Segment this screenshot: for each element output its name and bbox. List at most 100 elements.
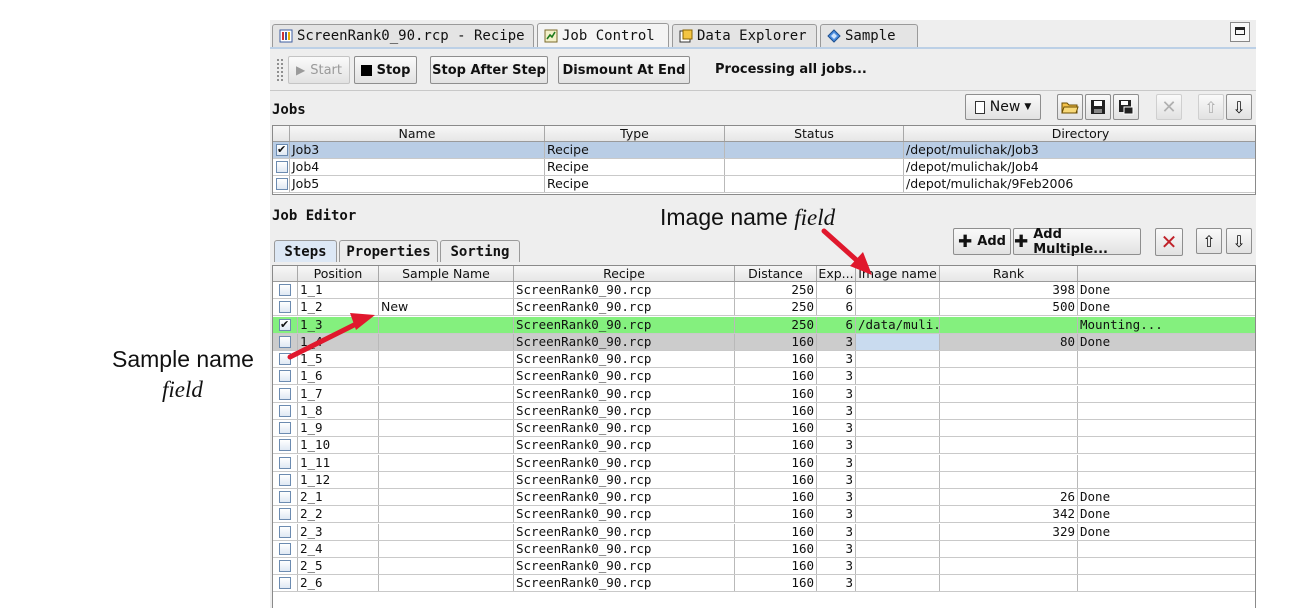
step-image-cell[interactable] [856,333,940,350]
step-image-cell[interactable] [856,540,940,557]
move-step-down-button[interactable]: ⇩ [1226,228,1252,254]
step-sample-cell[interactable] [379,454,514,471]
step-sample-cell[interactable] [379,506,514,523]
step-row[interactable]: 2_2 ScreenRank0_90.rcp 160 3 342 Done [273,506,1255,524]
column-header-type[interactable]: Type [545,126,725,141]
step-checkbox[interactable] [279,301,291,314]
toolbar-grip[interactable] [276,58,284,82]
column-header-position[interactable]: Position [298,266,379,281]
column-header-status[interactable]: Status [725,126,904,141]
job-row[interactable]: Job5 Recipe/depot/mulichak/9Feb2006 [273,176,1255,193]
step-sample-cell[interactable] [379,575,514,592]
step-checkbox[interactable] [279,284,291,296]
step-image-cell[interactable] [856,506,940,523]
step-sample-cell[interactable] [379,385,514,402]
step-image-cell[interactable] [856,575,940,592]
step-sample-cell[interactable] [379,540,514,557]
step-row[interactable]: 2_3 ScreenRank0_90.rcp 160 3 329 Done [273,523,1255,541]
step-checkbox[interactable] [279,404,291,417]
step-row[interactable]: 1_9 ScreenRank0_90.rcp 160 3 [273,420,1255,437]
column-header-sample-name[interactable]: Sample Name [379,266,514,281]
stop-after-step-button[interactable]: Stop After Step [430,56,548,84]
step-row[interactable]: 2_4 ScreenRank0_90.rcp 160 3 [273,540,1255,558]
step-checkbox[interactable] [279,353,291,365]
step-row[interactable]: 1_3 ScreenRank0_90.rcp2506/data/muli... Mo… [273,316,1255,334]
step-image-cell[interactable] [856,489,940,505]
open-job-button[interactable] [1057,94,1083,120]
new-job-button[interactable]: New ▼ [965,94,1041,120]
step-sample-cell[interactable] [379,437,514,454]
step-sample-cell[interactable] [379,420,514,436]
move-job-up-button[interactable]: ⇧ [1198,94,1224,120]
move-job-down-button[interactable]: ⇩ [1226,94,1252,120]
job-row[interactable]: Job3Recipe/depot/mulichak/Job3 [273,142,1255,159]
step-sample-cell[interactable] [379,471,514,488]
step-checkbox[interactable] [279,491,291,503]
step-sample-cell[interactable] [379,351,514,367]
tab-steps[interactable]: Steps [274,240,337,262]
step-image-cell[interactable] [856,282,940,298]
step-row[interactable]: 2_5 ScreenRank0_90.rcp 160 3 [273,558,1255,575]
column-header-rank[interactable]: Rank [940,266,1078,281]
add-step-button[interactable]: ✚ Add [953,228,1011,255]
step-row[interactable]: 2_1 ScreenRank0_90.rcp 160 3 26 Done [273,489,1255,506]
tab-recipe[interactable]: ScreenRank0_90.rcp - Recipe [272,24,534,47]
step-image-cell[interactable] [856,420,940,436]
delete-step-button[interactable]: ✕ [1155,228,1183,256]
step-checkbox[interactable] [279,335,291,348]
start-button[interactable]: ▶ Start [288,56,350,84]
step-sample-cell[interactable] [379,368,514,385]
step-image-cell[interactable] [856,558,940,574]
step-sample-cell[interactable] [379,282,514,298]
step-checkbox[interactable] [279,422,291,434]
step-row[interactable]: 1_6 ScreenRank0_90.rcp 160 3 [273,368,1255,386]
column-header-name[interactable]: Name [290,126,545,141]
step-row[interactable]: 1_8 ScreenRank0_90.rcp 160 3 [273,402,1255,420]
tab-sample[interactable]: Sample [820,24,918,47]
column-header-status[interactable] [1078,266,1255,281]
step-sample-cell[interactable] [379,333,514,350]
dismount-at-end-button[interactable]: Dismount At End [558,56,690,84]
tab-properties[interactable]: Properties [339,240,438,262]
step-checkbox[interactable] [279,439,291,452]
step-checkbox[interactable] [279,456,291,469]
step-checkbox[interactable] [279,560,291,572]
tab-job-control[interactable]: Job Control [537,23,669,47]
step-checkbox[interactable] [279,525,291,538]
column-header-check[interactable] [273,266,298,281]
maximize-button[interactable] [1230,22,1250,42]
step-row[interactable]: 1_5 ScreenRank0_90.rcp 160 3 [273,351,1255,368]
tab-sorting[interactable]: Sorting [440,240,520,262]
step-sample-cell[interactable] [379,489,514,505]
delete-job-button[interactable]: ✕ [1156,94,1182,120]
step-row[interactable]: 1_1 ScreenRank0_90.rcp 250 6 398 Done [273,282,1255,299]
column-header-image-name[interactable]: Image name [856,266,940,281]
step-sample-cell[interactable] [379,558,514,574]
job-checkbox[interactable] [276,178,288,190]
step-checkbox[interactable] [279,387,291,400]
step-image-cell[interactable] [856,385,940,402]
step-sample-cell[interactable]: New [379,299,514,316]
step-row[interactable]: 1_11 ScreenRank0_90.rcp 160 3 [273,454,1255,472]
step-image-cell[interactable] [856,299,940,316]
save-as-job-button[interactable] [1113,94,1139,120]
step-checkbox[interactable] [279,577,291,590]
tab-data-explorer[interactable]: Data Explorer [672,24,817,47]
step-image-cell[interactable] [856,437,940,454]
step-image-cell[interactable] [856,351,940,367]
step-checkbox[interactable] [279,542,291,555]
step-row[interactable]: 1_7 ScreenRank0_90.rcp 160 3 [273,385,1255,403]
column-header-exposure[interactable]: Exp... [817,266,856,281]
step-row[interactable]: 1_4 ScreenRank0_90.rcp 160 3 80 Done [273,333,1255,351]
stop-button[interactable]: Stop [354,56,417,84]
step-checkbox[interactable] [279,317,291,333]
save-job-button[interactable] [1085,94,1111,120]
column-header-check[interactable] [273,126,290,141]
step-sample-cell[interactable] [379,316,514,333]
step-row[interactable]: 1_2 New ScreenRank0_90.rcp 250 6 500 Done [273,299,1255,317]
column-header-directory[interactable]: Directory [904,126,1255,141]
step-row[interactable]: 1_12 ScreenRank0_90.rcp 160 3 [273,471,1255,489]
step-checkbox[interactable] [279,473,291,486]
step-row[interactable]: 2_6 ScreenRank0_90.rcp 160 3 [273,575,1255,593]
step-image-cell[interactable] [856,523,940,540]
